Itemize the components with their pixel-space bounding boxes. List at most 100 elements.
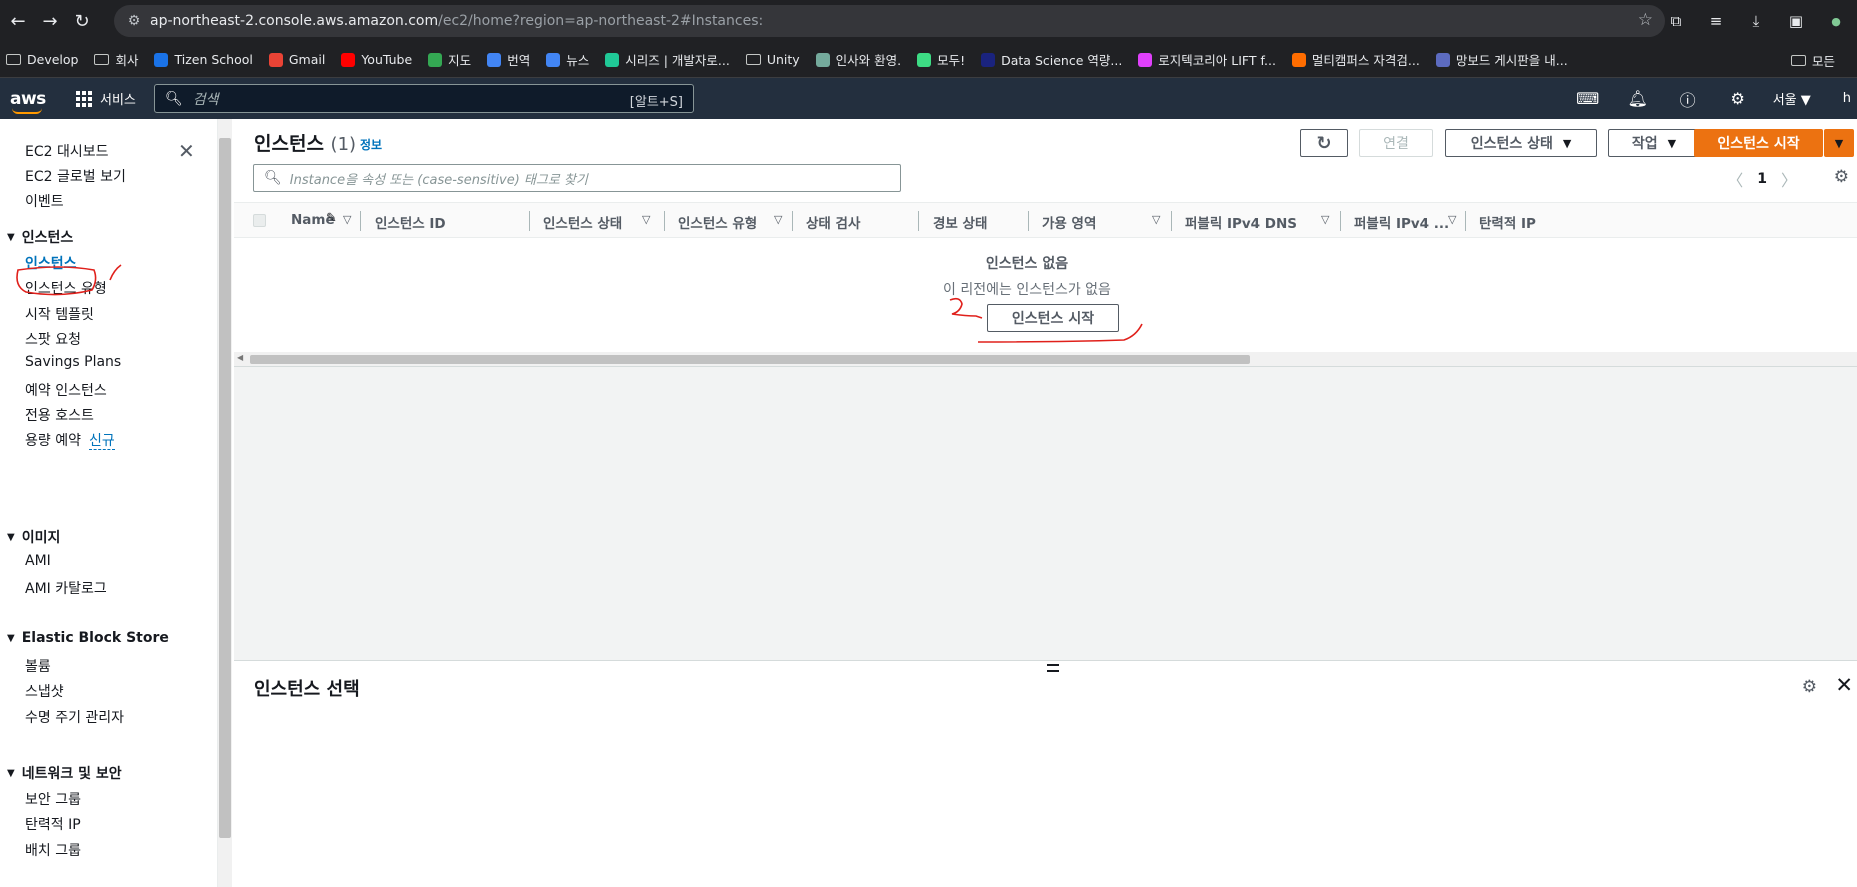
connect-button[interactable]: 연결 (1359, 129, 1433, 157)
back-icon[interactable]: ← (4, 7, 32, 35)
sidebar-section[interactable]: ▼ 네트워크 및 보안 (7, 763, 122, 783)
bookmark-item[interactable]: 모두! (917, 50, 965, 69)
profile-icon[interactable]: ● (1823, 15, 1849, 28)
bookmark-item[interactable]: Gmail (268, 52, 325, 67)
sort-caret-icon[interactable]: ▽ (343, 213, 351, 226)
sidebar-item[interactable]: EC2 글로벌 보기 (25, 166, 126, 186)
column-header[interactable]: 인스턴스 상태 (543, 212, 622, 232)
settings-gear-icon[interactable]: ⚙ (1713, 89, 1763, 108)
sidebar-item[interactable]: AMI 카탈로그 (25, 578, 107, 598)
bookmark-item[interactable]: Data Science 역량... (981, 50, 1122, 69)
sidebar-scroll-thumb[interactable] (219, 138, 231, 838)
launch-instance-button[interactable]: 인스턴스 시작 (1694, 129, 1823, 157)
drag-handle-icon[interactable] (1047, 664, 1059, 672)
sidebar-item[interactable]: 용량 예약 신규 (25, 430, 115, 451)
bookmark-item[interactable]: Tizen School (154, 52, 253, 67)
column-resize-handle[interactable] (1171, 211, 1172, 231)
column-resize-handle[interactable] (529, 211, 530, 231)
sort-caret-icon[interactable]: ▽ (1321, 213, 1329, 226)
chevron-right-icon[interactable]: 〉 (1781, 167, 1797, 191)
instance-filter-input[interactable]: 🔍︎ Instance을 속성 또는 (case-sensitive) 태그로 … (253, 164, 901, 192)
site-info-icon[interactable]: ⚙ (118, 13, 150, 29)
bookmark-item[interactable]: 번역 (487, 50, 530, 69)
column-header[interactable]: 퍼블릭 IPv4 DNS (1185, 212, 1297, 232)
media-icon[interactable]: ≡ (1703, 12, 1729, 30)
column-header[interactable]: 인스턴스 ID (375, 212, 446, 232)
extensions-icon[interactable]: ⧉ (1663, 12, 1689, 30)
account-menu[interactable]: h (1843, 91, 1851, 106)
bookmark-item[interactable]: 인사와 환영. (815, 50, 901, 69)
preferences-gear-icon[interactable]: ⚙ (1834, 167, 1849, 187)
sidebar-section[interactable]: ▼ Elastic Block Store (7, 630, 169, 646)
sort-caret-icon[interactable]: ▽ (1152, 213, 1160, 226)
console-search-input[interactable]: 🔍︎ 검색 [알트+S] (154, 84, 694, 113)
column-resize-handle[interactable] (1028, 211, 1029, 231)
sidebar-item[interactable]: 스팟 요청 (25, 329, 81, 349)
sort-caret-icon[interactable]: ▽ (1448, 213, 1456, 226)
bookmark-item[interactable]: 회사 (94, 50, 138, 69)
column-header[interactable]: 가용 영역 (1042, 212, 1096, 232)
column-resize-handle[interactable] (1465, 211, 1466, 231)
address-bar[interactable]: ⚙ ap-northeast-2.console.aws.amazon.com /… (114, 5, 1665, 37)
sidebar-section[interactable]: ▼ 인스턴스 (7, 227, 73, 247)
sidebar-item[interactable]: 보안 그룹 (25, 789, 81, 809)
sort-caret-icon[interactable]: ▽ (774, 213, 782, 226)
column-resize-handle[interactable] (792, 211, 793, 231)
sidebar-item[interactable]: 예약 인스턴스 (25, 380, 107, 400)
all-bookmarks[interactable]: 모든 (1790, 42, 1857, 77)
bookmark-item[interactable]: YouTube (341, 52, 412, 67)
sidebar-item[interactable]: 인스턴스 (25, 253, 77, 273)
bookmark-item[interactable]: 시리즈 | 개발자로... (605, 50, 730, 69)
empty-launch-instance-button[interactable]: 인스턴스 시작 (987, 304, 1119, 332)
column-header[interactable]: 상태 검사 (806, 212, 860, 232)
sidebar-item[interactable]: EC2 대시보드 (25, 141, 109, 161)
bookmark-item[interactable]: 지도 (428, 50, 471, 69)
close-icon[interactable]: ✕ (178, 139, 195, 163)
edit-pencil-icon[interactable]: ✎ (326, 211, 337, 226)
forward-icon[interactable]: → (36, 7, 64, 35)
column-header[interactable]: 경보 상태 (933, 212, 987, 232)
split-panel-gear-icon[interactable]: ⚙ (1802, 677, 1817, 697)
sidebar-item[interactable]: 시작 템플릿 (25, 304, 94, 324)
notifications-icon[interactable]: 🔔︎ (1613, 89, 1663, 108)
column-resize-handle[interactable] (918, 211, 919, 231)
bookmark-item[interactable]: 망보드 게시판을 내... (1435, 50, 1568, 69)
split-panel-close-icon[interactable]: ✕ (1835, 673, 1853, 697)
sidebar-item[interactable]: 탄력적 IP (25, 814, 81, 834)
column-header[interactable]: 퍼블릭 IPv4 ... (1354, 212, 1449, 232)
chevron-left-icon[interactable]: 〈 (1727, 167, 1743, 191)
bookmark-item[interactable]: 멀티캠퍼스 자격검... (1291, 50, 1420, 69)
sidebar-item[interactable]: 인스턴스 유형 (25, 278, 107, 298)
reload-icon[interactable]: ↻ (68, 7, 96, 35)
column-resize-handle[interactable] (664, 211, 665, 231)
bookmark-item[interactable]: 로지텍코리아 LIFT f... (1138, 50, 1276, 69)
download-icon[interactable]: ⤓ (1743, 12, 1769, 30)
sidebar-item[interactable]: Savings Plans (25, 354, 121, 370)
sidepanel-icon[interactable]: ▣ (1783, 12, 1809, 30)
sidebar-item[interactable]: 배치 그룹 (25, 840, 81, 860)
refresh-button[interactable]: ↻ (1300, 129, 1348, 157)
sidebar-item[interactable]: 수명 주기 관리자 (25, 707, 124, 727)
current-page[interactable]: 1 (1757, 171, 1767, 187)
sidebar-item[interactable]: AMI (25, 553, 51, 569)
aws-logo[interactable]: aws (10, 89, 54, 114)
launch-dropdown-button[interactable]: ▼ (1824, 129, 1854, 157)
sidebar-item[interactable]: 전용 호스트 (25, 405, 94, 425)
select-all-checkbox[interactable] (253, 214, 266, 227)
actions-button[interactable]: 작업 ▼ (1608, 129, 1700, 157)
instance-state-button[interactable]: 인스턴스 상태 ▼ (1445, 129, 1597, 157)
column-resize-handle[interactable] (1340, 211, 1341, 231)
sidebar-section[interactable]: ▼ 이미지 (7, 527, 60, 547)
sidebar-item[interactable]: 볼륨 (25, 656, 51, 676)
bookmark-item[interactable]: Unity (745, 52, 800, 67)
scroll-left-icon[interactable]: ◀ (237, 353, 243, 362)
column-resize-handle[interactable] (360, 211, 361, 231)
region-selector[interactable]: 서울 ▼ (1773, 89, 1811, 108)
info-link[interactable]: 정보 (360, 136, 382, 153)
sidebar-item[interactable]: 스냅샷 (25, 681, 64, 701)
sidebar-item[interactable]: 이벤트 (25, 191, 64, 211)
column-header[interactable]: 인스턴스 유형 (678, 212, 757, 232)
bookmark-item[interactable]: 뉴스 (546, 50, 589, 69)
table-scroll-thumb[interactable] (250, 355, 1250, 364)
sort-caret-icon[interactable]: ▽ (642, 213, 650, 226)
